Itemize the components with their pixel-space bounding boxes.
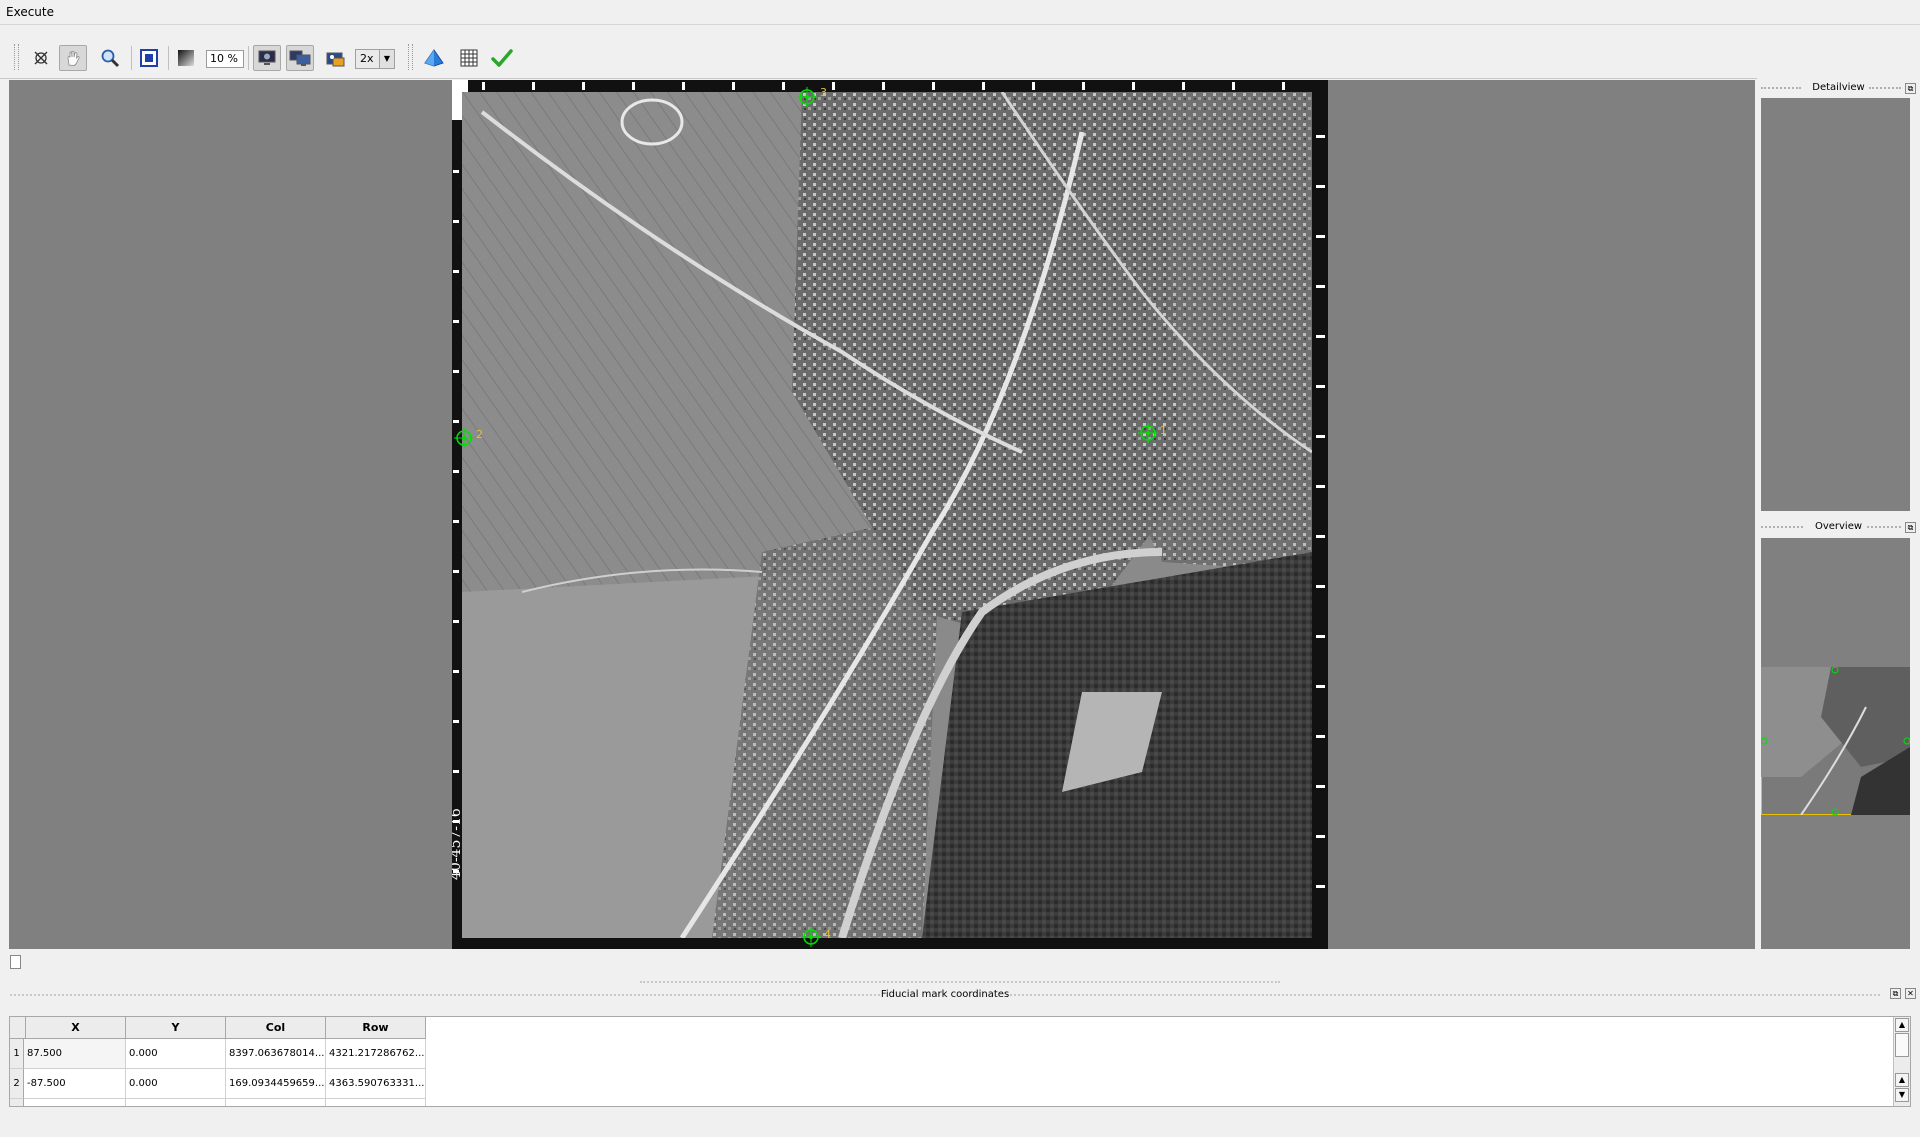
row-number[interactable] [10,1099,24,1106]
table-cell-col[interactable]: 169.0934459659... [226,1069,326,1099]
table-cell-row[interactable]: 4363.590763331... [326,1069,426,1099]
contrast-icon [178,50,194,66]
dock-splitter[interactable] [640,981,1280,983]
table-cell-row[interactable]: 4321.217286762... [326,1039,426,1069]
table-cell-y[interactable]: 0.000 [126,1069,226,1099]
overview-pane[interactable] [1761,538,1910,949]
dual-monitor-icon [289,50,311,66]
overview-float-button[interactable]: ⧉ [1905,522,1916,533]
row-number[interactable]: 1 [10,1039,24,1069]
menu-bar: Execute [0,0,1920,25]
magnifier-icon [101,49,120,68]
crosshair-icon [34,51,48,65]
detailview-pane[interactable] [1761,98,1910,511]
table-cell-x[interactable]: 87.500 [24,1039,126,1069]
overview-titlebar[interactable]: Overview ⧉ [1757,519,1920,535]
overview-title: Overview [1814,521,1863,532]
crosshair-tool-button[interactable] [27,45,55,71]
fiducial-mark-icon[interactable] [452,426,476,450]
overview-thumbnail [1761,667,1910,815]
image-settings-button[interactable] [322,45,350,71]
dock-float-button[interactable]: ⧉ [1890,988,1901,999]
monitor-view-button[interactable] [253,45,281,71]
detailview-titlebar[interactable]: Detailview ⧉ [1757,80,1920,96]
fiducial-pyramid-icon [424,49,444,67]
scroll-down-icon[interactable]: ▼ [1895,1088,1909,1102]
table-cell-x[interactable] [24,1099,126,1106]
pan-hand-icon [67,50,80,66]
scale-combo-value: 2x [360,52,374,65]
checkmark-icon [491,49,513,67]
table-cell-x[interactable]: -87.500 [24,1069,126,1099]
monitor-icon [258,50,276,65]
fiducial-button[interactable] [420,45,448,71]
column-header-row[interactable]: Row [326,1017,426,1039]
grid-icon [460,49,478,67]
toolbar: 10 % 2x ▼ [0,38,1920,79]
menu-execute[interactable]: Execute [6,5,54,19]
fiducial-mark-icon[interactable] [799,925,823,949]
film-annotation: 40-457-16 [452,808,464,880]
toolbar-handle[interactable] [14,44,19,70]
fiducial-mark-icon[interactable] [795,85,819,109]
detailview-title: Detailview [1812,82,1865,93]
table-cell-y[interactable]: 0.000 [126,1039,226,1069]
scroll-up-icon[interactable]: ▲ [1895,1018,1909,1032]
dual-monitor-button[interactable] [286,45,314,71]
image-settings-icon [326,52,345,67]
table-cell-y[interactable] [126,1099,226,1106]
fiducial-dock-titlebar[interactable]: Fiducial mark coordinates [0,985,1920,1003]
chevron-down-icon[interactable]: ▼ [379,50,394,68]
toolbar-handle-2[interactable] [408,44,413,70]
fiducial-label-2: 2 [476,428,483,441]
column-header-y[interactable]: Y [126,1017,226,1039]
contrast-button[interactable] [172,45,200,71]
close-icon[interactable]: ✕ [1905,988,1916,999]
fiducial-label-4: 4 [824,928,831,941]
fit-view-icon [140,49,158,67]
detailview-float-button[interactable]: ⧉ [1905,83,1916,94]
scroll-up-icon[interactable]: ▲ [1895,1073,1909,1087]
table-cell-col[interactable]: 8397.063678014... [226,1039,326,1069]
column-header-x[interactable]: X [26,1017,126,1039]
status-bar [0,950,1920,980]
fiducial-table[interactable]: X Y Col Row 1 87.500 0.000 8397.06367801… [9,1016,1911,1107]
main-image-view[interactable]: 3 2 1 4 40-457-16 [9,80,1755,949]
side-panels: Detailview ⧉ Overview ⧉ [1757,78,1920,950]
scale-combo[interactable]: 2x ▼ [355,49,395,69]
column-header-col[interactable]: Col [226,1017,326,1039]
fit-view-button[interactable] [135,45,163,71]
zoom-percent-field[interactable]: 10 % [206,50,244,68]
aerial-imagery [462,92,1312,938]
aerial-photo: 3 2 1 4 40-457-16 [452,80,1328,949]
fiducial-mark-icon[interactable] [1136,421,1160,445]
row-number[interactable]: 2 [10,1069,24,1099]
accept-button[interactable] [488,45,516,71]
table-cell-col[interactable] [226,1099,326,1106]
table-cell-row[interactable] [326,1099,426,1106]
pan-tool-button[interactable] [59,45,87,71]
zoom-tool-button[interactable] [96,45,124,71]
fiducial-label-1: 1 [1160,424,1167,437]
grid-button[interactable] [455,45,483,71]
fiducial-label-3: 3 [820,86,827,99]
table-corner[interactable] [10,1017,26,1039]
scroll-thumb[interactable] [1895,1033,1909,1057]
status-checkbox[interactable] [10,955,21,969]
table-scrollbar[interactable]: ▲ ▲ ▼ [1893,1017,1910,1106]
